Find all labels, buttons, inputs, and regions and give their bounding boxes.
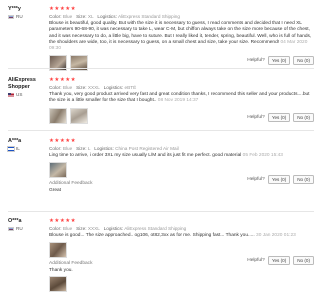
helpful-no-button[interactable]: No (0)	[293, 113, 314, 122]
review-text: Ling time to arrive, i order 3XL my size…	[49, 153, 283, 158]
flag-ru-icon	[8, 226, 14, 231]
reviewer-name: A***a	[8, 138, 22, 144]
review-photo[interactable]	[49, 242, 67, 259]
star-rating: ★★★★★	[49, 77, 77, 83]
reviewer-name: AliExpress Shopper	[8, 77, 36, 90]
reviewer-info: AliExpress Shopper US	[8, 77, 44, 97]
review-text: Blouse is good... The size approached.. …	[49, 233, 296, 238]
reviewer-name: O***a	[8, 218, 22, 224]
review-photo[interactable]	[70, 55, 88, 72]
additional-feedback-text: Thank you.	[49, 268, 73, 274]
helpful-no-button[interactable]: No (0)	[293, 175, 314, 184]
helpful-votes: Helpful? Yes (0) No (0)	[247, 256, 314, 265]
divider	[8, 211, 314, 212]
reviewer-country: US	[8, 92, 44, 97]
review-photo[interactable]	[49, 107, 67, 124]
helpful-yes-button[interactable]: Yes (0)	[267, 56, 291, 65]
reviewer-info: O***a RU	[8, 218, 44, 231]
reviewer-name: Y***y	[8, 6, 21, 12]
helpful-no-button[interactable]: No (0)	[293, 56, 314, 65]
helpful-votes: Helpful? Yes (0) No (0)	[247, 113, 314, 122]
flag-us-icon	[8, 92, 14, 97]
review-date: 30 Jan 2020 01:23	[256, 233, 296, 238]
reviewer-info: Y***y RU	[8, 6, 44, 19]
helpful-yes-button[interactable]: Yes (0)	[267, 113, 291, 122]
additional-photos	[49, 276, 315, 293]
review-photo[interactable]	[49, 162, 67, 179]
star-rating: ★★★★★	[49, 6, 77, 12]
country-code: RU	[16, 226, 23, 231]
divider	[8, 68, 314, 69]
helpful-label: Helpful?	[247, 258, 265, 263]
helpful-votes: Helpful? Yes (0) No (0)	[247, 175, 314, 184]
helpful-votes: Helpful? Yes (0) No (0)	[247, 56, 314, 65]
flag-ru-icon	[8, 14, 14, 19]
review-photo[interactable]	[49, 55, 67, 72]
star-rating: ★★★★★	[49, 218, 77, 224]
reviewer-country: IL	[7, 145, 44, 152]
reviewer-country: RU	[8, 226, 44, 231]
reviewer-country: RU	[8, 14, 44, 19]
additional-feedback-text: Great	[49, 188, 61, 194]
helpful-yes-button[interactable]: Yes (0)	[267, 175, 291, 184]
helpful-yes-button[interactable]: Yes (0)	[267, 256, 291, 265]
review-photo[interactable]	[49, 276, 67, 293]
star-rating: ★★★★★	[49, 138, 77, 144]
order-info: Color: Blue Size: XL Logistics: AliExpre…	[49, 13, 180, 19]
review-photo[interactable]	[70, 107, 88, 124]
helpful-no-button[interactable]: No (0)	[293, 256, 314, 265]
order-info: Color: Blue Size: XXXL Logistics: AliExp…	[49, 225, 187, 231]
review-date: 05 Feb 2020 15:43	[242, 153, 283, 158]
helpful-label: Helpful?	[247, 58, 265, 63]
review-date: 08 Nov 2019 14:37	[157, 98, 199, 104]
review-body: ★★★★★ Color: Blue Size: L Logistics: Chi…	[49, 138, 315, 193]
order-info: Color: Blue Size: L Logistics: China Pos…	[49, 145, 179, 151]
order-info: Color: Blue Size: XXXL Logistics: eBTÉ	[49, 84, 137, 90]
helpful-label: Helpful?	[247, 115, 265, 120]
helpful-label: Helpful?	[247, 177, 265, 182]
review-text: Blouse is beautiful, good quality. But w…	[49, 21, 312, 52]
country-code: RU	[16, 14, 23, 19]
review-text: Thank you, very good product arrived ver…	[49, 92, 310, 104]
reviewer-info: A***a IL	[7, 138, 44, 152]
country-code: IL	[16, 146, 20, 151]
country-code: US	[16, 92, 23, 97]
flag-il-icon	[7, 145, 15, 152]
divider	[8, 130, 314, 131]
